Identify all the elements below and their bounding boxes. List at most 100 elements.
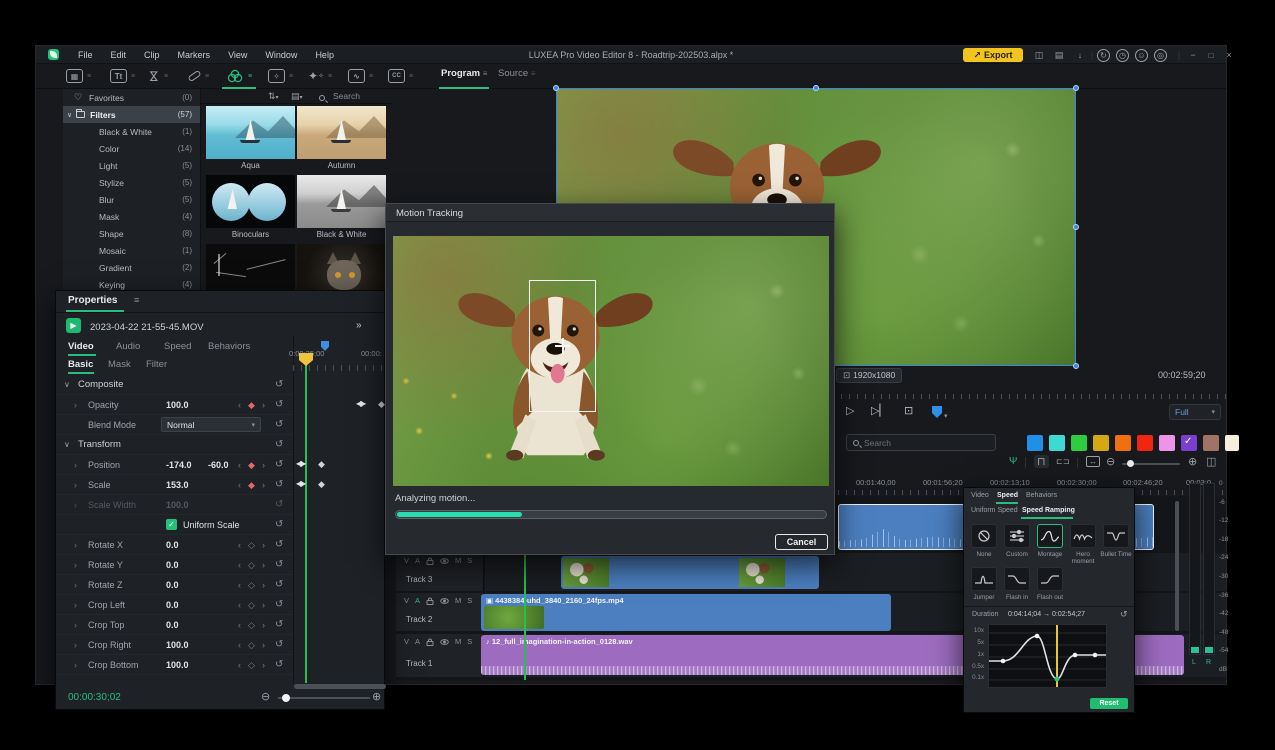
selection-handle[interactable] — [813, 85, 819, 91]
section-transform[interactable]: ∨Transform↺ — [56, 435, 293, 455]
monitor-ruler[interactable] — [841, 394, 1226, 399]
menu-edit[interactable]: Edit — [102, 50, 136, 60]
horizontal-scrollbar[interactable] — [294, 684, 386, 689]
track3-video-clip[interactable] — [561, 556, 819, 589]
browser-item-blur[interactable]: Blur(5) — [63, 191, 200, 208]
menu-clip[interactable]: Clip — [135, 50, 169, 60]
swatch-red[interactable] — [1137, 435, 1153, 451]
cancel-button[interactable]: Cancel — [775, 534, 828, 550]
browser-item-favorites[interactable]: ♡Favorites(0) — [63, 89, 200, 106]
param-crop-left[interactable]: ›Crop Left0.0‹◇›↺ — [56, 595, 293, 615]
param-rotate-y[interactable]: ›Rotate Y0.0‹◇›↺ — [56, 555, 293, 575]
export-button[interactable]: ↗Export — [963, 48, 1023, 62]
play-icon[interactable]: ▷ — [846, 404, 854, 417]
keyframe-icon[interactable]: ◇ — [248, 580, 255, 591]
toggle-mute[interactable]: M — [455, 637, 461, 646]
toggle-solo[interactable]: S — [467, 556, 472, 565]
minimize-button[interactable]: − — [1186, 48, 1200, 62]
filter-thumb-binoculars[interactable] — [206, 175, 295, 228]
param-crop-bottom[interactable]: ›Crop Bottom100.0‹◇›↺ — [56, 655, 293, 675]
swatch-green[interactable] — [1071, 435, 1087, 451]
duration-reset-icon[interactable]: ↺ — [1120, 609, 1128, 620]
toggle-audio[interactable]: A — [415, 637, 420, 646]
kf-zoom-slider[interactable] — [278, 697, 370, 699]
zoom-out-icon[interactable]: ⊖ — [261, 690, 270, 703]
param-crop-top[interactable]: ›Crop Top0.0‹◇›↺ — [56, 615, 293, 635]
swatch-cyan[interactable] — [1049, 435, 1065, 451]
fullscreen-icon[interactable]: ⊡ — [904, 404, 913, 417]
subtab-filter[interactable]: Filter — [146, 359, 167, 370]
swatch-orange[interactable] — [1115, 435, 1131, 451]
eye-icon[interactable] — [440, 597, 449, 605]
browser-item-stylize[interactable]: Stylize(5) — [63, 174, 200, 191]
browser-item-gradient[interactable]: Gradient(2) — [63, 259, 200, 276]
reset-icon[interactable]: ↺ — [275, 559, 283, 570]
subtab-mask[interactable]: Mask — [108, 359, 131, 370]
search-icon[interactable] — [319, 93, 325, 103]
subtab-uniform-speed[interactable]: Uniform Speed — [971, 507, 1018, 514]
keyframe[interactable]: ◆ — [318, 479, 325, 490]
restore-button[interactable]: □ — [1204, 48, 1218, 62]
speed-curve-graph[interactable] — [988, 624, 1107, 688]
preset-bullet-time[interactable] — [1103, 524, 1129, 548]
preset-hero-moment[interactable] — [1070, 524, 1096, 548]
param-opacity[interactable]: ›Opacity100.0‹◆›↺ — [56, 395, 293, 415]
clock-icon[interactable]: ◷ — [1116, 48, 1129, 62]
reset-icon[interactable]: ↺ — [275, 619, 283, 630]
track2-video-clip[interactable]: ▣ 4438384-uhd_3840_2160_24fps.mp4 — [481, 594, 891, 631]
filters-icon[interactable]: ≡ — [226, 67, 252, 85]
param-position[interactable]: ›Position-174.0-60.0‹◆›↺ — [56, 455, 293, 475]
timeline-scrollbar[interactable] — [1175, 501, 1179, 631]
next-keyframe-icon[interactable]: › — [262, 480, 265, 490]
timeline-search-box[interactable] — [846, 434, 996, 451]
toggle-solo[interactable]: S — [467, 637, 472, 646]
browser-item-light[interactable]: Light(5) — [63, 157, 200, 174]
lock-icon[interactable] — [426, 597, 434, 605]
next-keyframe-icon[interactable]: › — [262, 460, 265, 470]
preview-eye-icon[interactable]: ◎ — [1154, 48, 1167, 62]
menu-window[interactable]: Window — [256, 50, 306, 60]
collapse-icon[interactable]: » — [356, 320, 362, 331]
download-icon[interactable]: ↓ — [1072, 48, 1088, 62]
toggle-audio-active[interactable]: A — [415, 596, 420, 605]
preset-flash-out[interactable] — [1037, 567, 1063, 591]
swatch-brown[interactable] — [1203, 435, 1219, 451]
blend-mode-select[interactable]: Normal▾ — [161, 417, 261, 432]
prev-keyframe-icon[interactable]: ‹ — [238, 400, 241, 410]
preset-montage[interactable] — [1037, 524, 1063, 548]
reset-icon[interactable]: ↺ — [275, 519, 283, 530]
preset-jumper[interactable] — [971, 567, 997, 591]
swatch-purple-selected[interactable]: ✓ — [1181, 435, 1197, 451]
keyframe-icon[interactable]: ◇ — [248, 600, 255, 611]
lock-icon[interactable] — [426, 638, 434, 646]
zoom-in-icon[interactable]: ⊕ — [372, 690, 381, 703]
toggle-mute[interactable]: M — [455, 596, 461, 605]
reset-icon[interactable]: ↺ — [275, 379, 283, 390]
filter-thumb-black-white[interactable] — [297, 175, 386, 228]
selection-handle[interactable] — [1073, 363, 1079, 369]
checkbox-checked[interactable]: ✓ — [166, 519, 177, 530]
reset-button[interactable]: Reset — [1090, 698, 1128, 709]
menu-markers[interactable]: Markers — [169, 50, 220, 60]
prev-keyframe-icon[interactable]: ‹ — [238, 460, 241, 470]
reset-icon[interactable]: ↺ — [275, 599, 283, 610]
filter-thumb-autumn[interactable] — [297, 106, 386, 159]
zoom-level-select[interactable]: Full▾ — [1169, 404, 1221, 420]
keyframe-pair[interactable]: ◀▶ — [296, 479, 304, 488]
menu-help[interactable]: Help — [306, 50, 343, 60]
reset-icon[interactable]: ↺ — [275, 459, 283, 470]
dialog-titlebar[interactable]: Motion Tracking — [386, 204, 834, 222]
toggle-audio[interactable]: A — [415, 556, 420, 565]
browser-search-label[interactable]: Search — [333, 91, 360, 101]
keyframe-icon[interactable]: ◆ — [248, 480, 255, 491]
media-icon[interactable]: ▦≡ — [66, 67, 91, 85]
track3-toggles[interactable]: V A M S — [404, 556, 472, 565]
transitions-icon[interactable]: ⋈≡ — [148, 67, 168, 85]
reset-icon[interactable]: ↺ — [275, 479, 283, 490]
tab-behaviors[interactable]: Behaviors — [208, 341, 250, 352]
reset-icon[interactable]: ↺ — [275, 439, 283, 450]
param-crop-right[interactable]: ›Crop Right100.0‹◇›↺ — [56, 635, 293, 655]
browser-item-color[interactable]: Color(14) — [63, 140, 200, 157]
workspace-icon[interactable]: ◫ — [1031, 48, 1047, 62]
tab-behaviors[interactable]: Behaviors — [1026, 492, 1057, 499]
